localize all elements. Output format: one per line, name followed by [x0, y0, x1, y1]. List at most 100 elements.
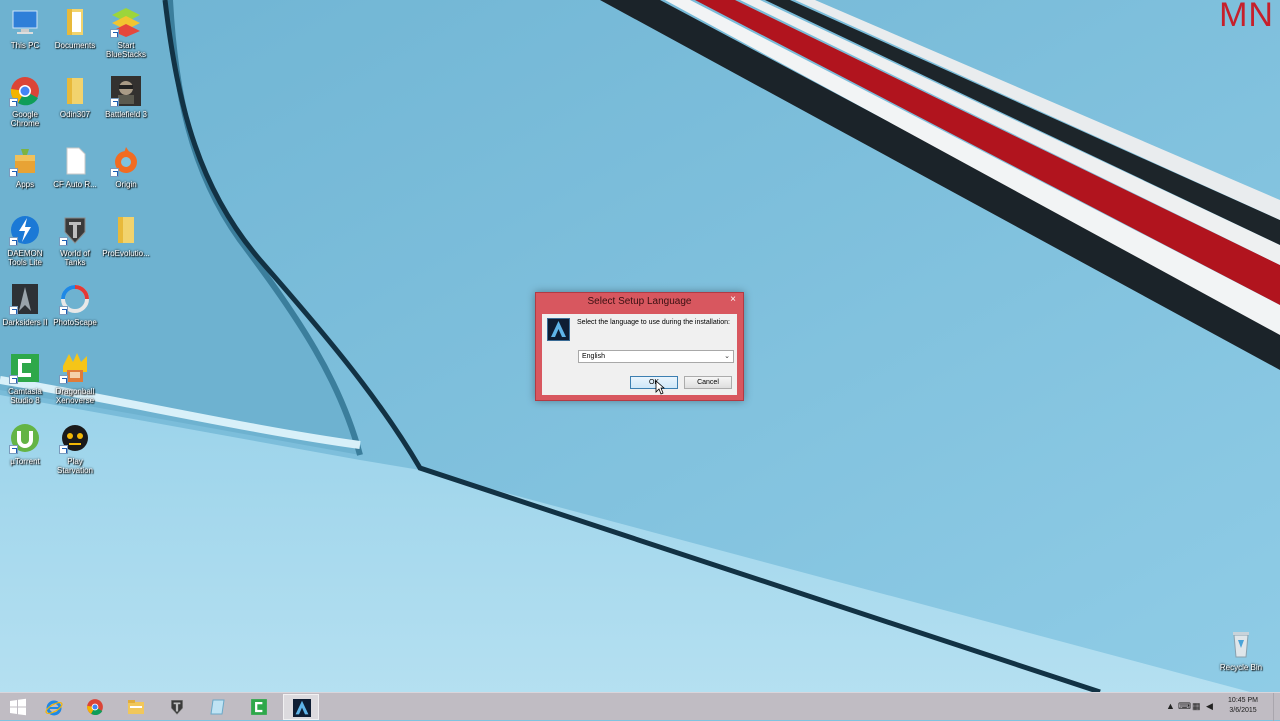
file-explorer-icon — [128, 700, 144, 714]
cancel-button[interactable]: Cancel — [684, 376, 732, 389]
show-desktop-button[interactable] — [1273, 693, 1280, 721]
ok-button[interactable]: OK — [630, 376, 678, 389]
desktop-icon-label: Apps — [15, 180, 35, 189]
chrome-icon — [87, 699, 103, 716]
desktop-icon-label: Documents — [54, 41, 96, 50]
desktop-icon-label: Recycle Bin — [1219, 663, 1263, 672]
desktop-icon-daemon-tools[interactable]: DAEMON Tools Lite — [0, 214, 50, 267]
world-of-tanks-icon — [59, 214, 91, 246]
desktop-icon-pro-evolution[interactable]: ProEvolutio... — [101, 214, 151, 258]
origin-icon — [110, 145, 142, 177]
desktop-icon-label: This PC — [10, 41, 40, 50]
desktop-icon-starvation[interactable]: Play Starvation — [50, 422, 100, 475]
desktop-icon-label: Google Chrome — [10, 110, 40, 128]
dialog-prompt: Select the language to use during the in… — [577, 319, 730, 326]
desktop[interactable]: MN This PC Documents Start BlueStacks Go… — [0, 0, 1280, 692]
taskbar-world-of-tanks[interactable] — [159, 694, 195, 720]
volume-icon[interactable]: ◀ — [1206, 701, 1213, 712]
mouse-cursor-icon — [655, 380, 665, 395]
shortcut-arrow-icon — [110, 29, 119, 38]
setup-logo-icon — [293, 699, 311, 717]
taskbar-setup[interactable] — [283, 694, 319, 720]
dialog-body: Select the language to use during the in… — [542, 314, 737, 395]
apps-icon — [9, 145, 41, 177]
desktop-icon-label: Origin — [115, 180, 137, 189]
desktop-icon-label: Odin307 — [59, 110, 91, 119]
shortcut-arrow-icon — [9, 445, 18, 454]
dialog-title: Select Setup Language — [587, 296, 692, 307]
watermark-text: MN — [1219, 0, 1274, 34]
desktop-icon-recycle-bin[interactable]: Recycle Bin — [1216, 628, 1266, 672]
desktop-icon-label: DAEMON Tools Lite — [7, 249, 43, 267]
shortcut-arrow-icon — [110, 168, 119, 177]
starvation-icon — [59, 422, 91, 454]
desktop-icon-odin[interactable]: Odin307 — [50, 75, 100, 119]
language-select[interactable]: English ⌄ — [578, 350, 734, 363]
show-hidden-icons-icon[interactable]: ▲ — [1166, 701, 1175, 711]
desktop-icon-origin[interactable]: Origin — [101, 145, 151, 189]
network-icon[interactable]: ▦ — [1192, 701, 1201, 712]
desktop-icon-label: Dragonball Xenoverse — [55, 387, 95, 405]
clock-date: 3/6/2015 — [1229, 707, 1257, 714]
desktop-icon-utorrent[interactable]: µTorrent — [0, 422, 50, 466]
desktop-icon-this-pc[interactable]: This PC — [0, 6, 50, 50]
language-select-value: English — [582, 353, 605, 360]
keyboard-icon[interactable]: ⌨ — [1178, 701, 1191, 712]
clock-time: 10:45 PM — [1228, 697, 1258, 704]
desktop-icon-label: PhotoScape — [53, 318, 97, 327]
desktop-icon-label: Camtasia Studio 8 — [8, 387, 42, 405]
taskbar-camtasia[interactable] — [241, 694, 277, 720]
dragonball-icon — [59, 352, 91, 384]
shortcut-arrow-icon — [9, 306, 18, 315]
desktop-icon-label: ProEvolutio... — [102, 249, 150, 258]
notepad-icon — [210, 699, 225, 715]
shortcut-arrow-icon — [59, 237, 68, 246]
documents-folder-icon — [59, 6, 91, 38]
chrome-icon — [9, 75, 41, 107]
folder-icon — [59, 75, 91, 107]
this-pc-icon — [9, 6, 41, 38]
desktop-icon-apps[interactable]: Apps — [0, 145, 50, 189]
desktop-icon-camtasia[interactable]: Camtasia Studio 8 — [0, 352, 50, 405]
daemon-tools-icon — [9, 214, 41, 246]
taskbar-google-chrome[interactable] — [77, 694, 113, 720]
internet-explorer-icon — [45, 700, 63, 716]
utorrent-icon — [9, 422, 41, 454]
start-button[interactable] — [0, 694, 36, 720]
desktop-icon-bluestacks[interactable]: Start BlueStacks — [101, 6, 151, 59]
shortcut-arrow-icon — [9, 168, 18, 177]
desktop-icon-photoscape[interactable]: PhotoScape — [50, 283, 100, 327]
photoscape-icon — [59, 283, 91, 315]
shortcut-arrow-icon — [9, 375, 18, 384]
camtasia-icon — [9, 352, 41, 384]
desktop-icon-label: CF Auto R... — [53, 180, 97, 189]
taskbar-file-explorer[interactable] — [118, 694, 154, 720]
setup-language-dialog[interactable]: Select Setup Language × Select the langu… — [535, 292, 744, 401]
clock[interactable]: 10:45 PM 3/6/2015 — [1228, 696, 1258, 716]
shortcut-arrow-icon — [110, 98, 119, 107]
taskbar-notepad[interactable] — [200, 694, 236, 720]
desktop-icon-chrome[interactable]: Google Chrome — [0, 75, 50, 128]
camtasia-icon — [251, 699, 267, 715]
shortcut-arrow-icon — [59, 445, 68, 454]
system-tray: ▲ ⌨ ▦ ◀ 10:45 PM 3/6/2015 — [1160, 693, 1280, 721]
recycle-bin-icon — [1225, 628, 1257, 660]
file-icon — [59, 145, 91, 177]
setup-logo-icon — [547, 318, 570, 341]
taskbar: ▲ ⌨ ▦ ◀ 10:45 PM 3/6/2015 — [0, 692, 1280, 721]
desktop-icon-documents[interactable]: Documents — [50, 6, 100, 50]
desktop-icon-darksiders[interactable]: Darksiders II — [0, 283, 50, 327]
desktop-icon-label: World of Tanks — [60, 249, 90, 267]
desktop-icon-dragonball[interactable]: Dragonball Xenoverse — [50, 352, 100, 405]
close-button[interactable]: × — [730, 294, 736, 306]
shortcut-arrow-icon — [59, 375, 68, 384]
shortcut-arrow-icon — [59, 306, 68, 315]
desktop-icon-world-of-tanks[interactable]: World of Tanks — [50, 214, 100, 267]
shortcut-arrow-icon — [9, 237, 18, 246]
taskbar-internet-explorer[interactable] — [36, 694, 72, 720]
bluestacks-icon — [110, 6, 142, 38]
desktop-icon-battlefield[interactable]: Battlefield 3 — [101, 75, 151, 119]
shortcut-arrow-icon — [9, 98, 18, 107]
desktop-icon-cf-auto-root[interactable]: CF Auto R... — [50, 145, 100, 189]
desktop-icon-label: Play Starvation — [56, 457, 94, 475]
